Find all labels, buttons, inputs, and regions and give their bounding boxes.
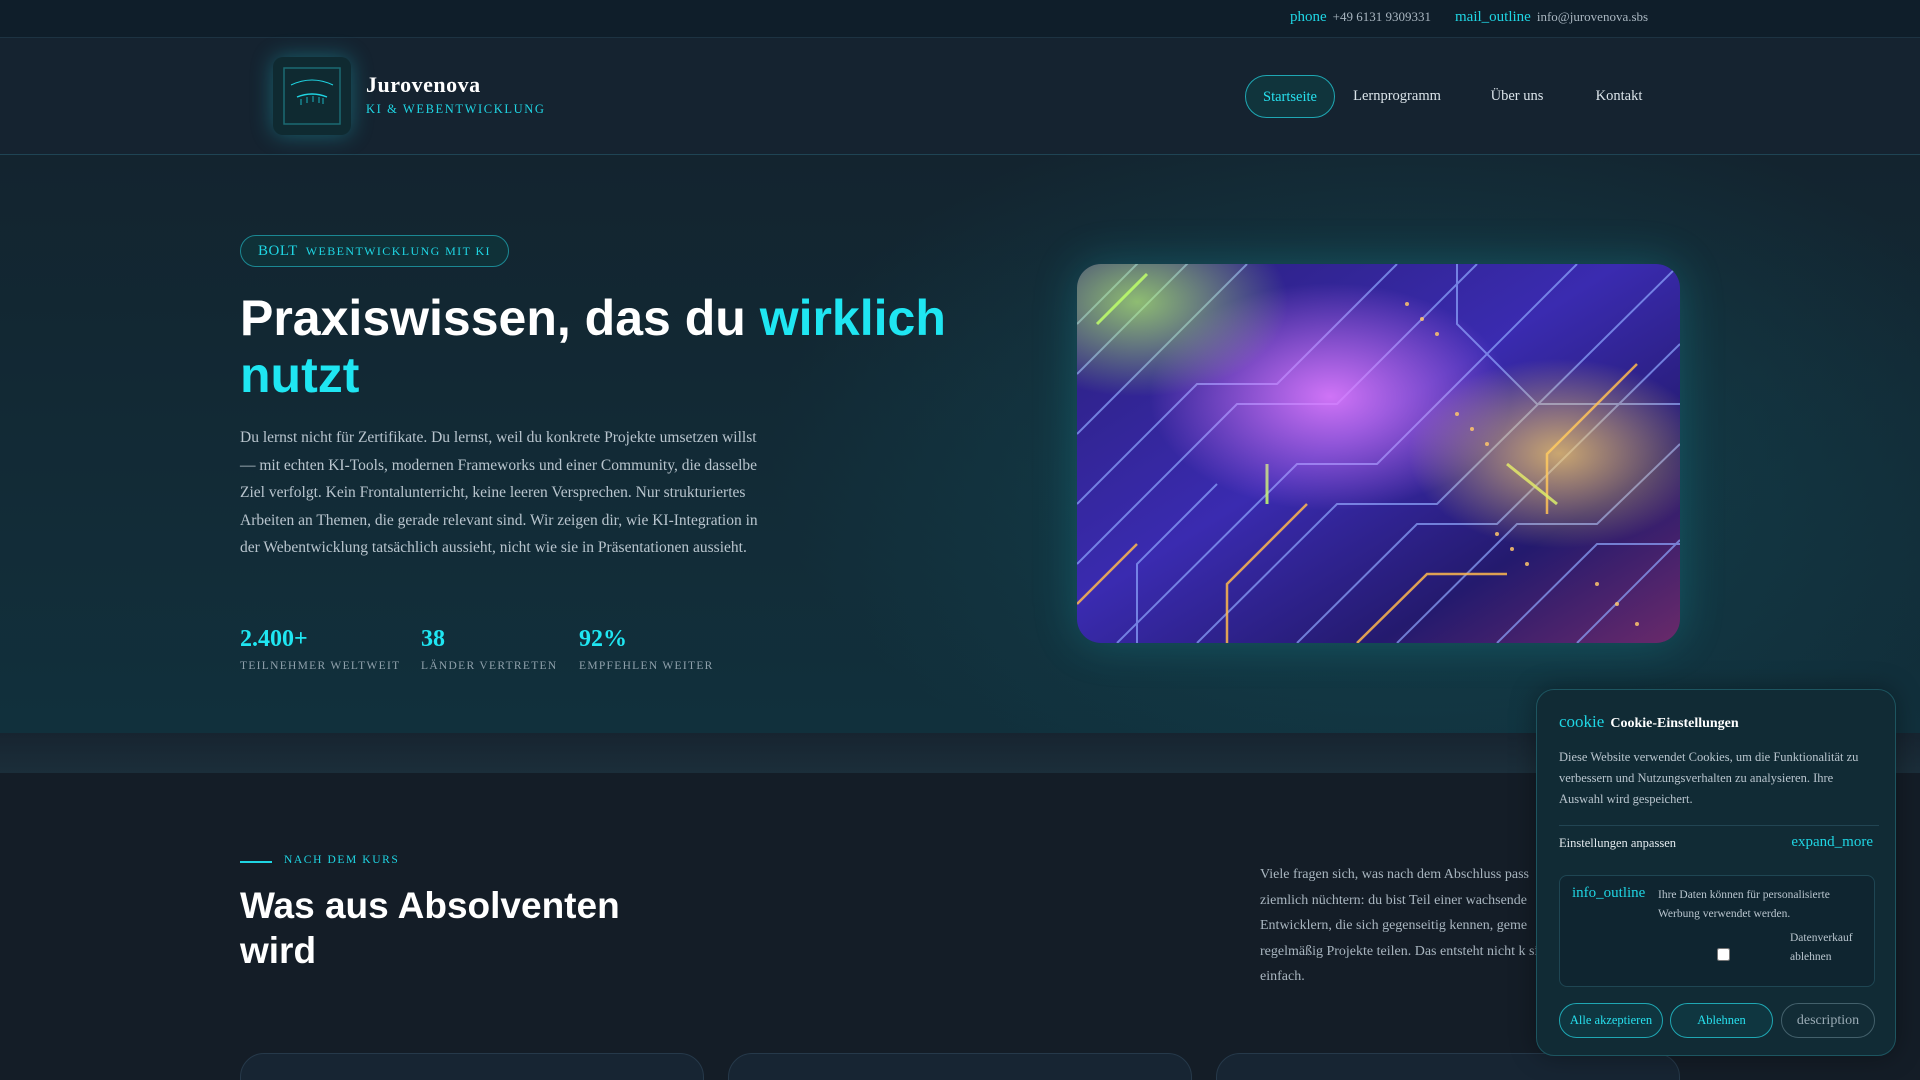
hero-description: Du lernst nicht für Zertifikate. Du lern… [240,429,758,556]
stat-countries: 38 LÄNDER VERTRETEN [421,625,558,672]
graduate-card[interactable] [728,1053,1192,1080]
reject-button[interactable]: Ablehnen [1670,1003,1773,1038]
nav-ueber-uns[interactable]: Über uns [1481,75,1553,118]
hero-title: Praxiswissen, das du wirklich nutzt [240,290,1000,404]
top-contact-bar: phone +49 6131 9309331 mail_outline info@j… [0,0,1920,38]
cookie-divider [1559,825,1879,826]
stat-value: 92% [579,626,627,652]
cookie-settings-label[interactable]: Einstellungen anpassen [1559,836,1676,851]
section-title: Was aus Absolventen wird [240,885,620,971]
email-contact[interactable]: mail_outline info@jurovenova.sbs [1455,9,1648,26]
data-sale-text: Ihre Daten können für personalisierte We… [1658,889,1830,920]
cookie-title: Cookie-Einstellungen [1610,716,1739,731]
nav-lernprogramm[interactable]: Lernprogramm [1345,75,1449,118]
eyebrow-line [240,861,272,863]
expand-more-icon[interactable]: expand_more [1791,834,1873,851]
info-icon: info_outline [1572,885,1646,901]
bolt-icon: BOLT [258,243,298,259]
cookie-header: cookie Cookie-Einstellungen [1559,712,1739,732]
hero-section: BOLT WEBENTWICKLUNG MIT KI Praxiswissen, … [0,155,1920,733]
hero-circuit-image [1077,264,1680,643]
cookie-consent-panel: cookie Cookie-Einstellungen Diese Website… [1536,689,1896,1056]
hero-title-plain: Praxiswissen, das du [240,290,760,346]
graduate-card[interactable] [240,1053,704,1080]
cookie-icon: cookie [1559,712,1605,731]
badge-text: WEBENTWICKLUNG MIT KI [305,244,491,258]
stat-recommend: 92% EMPFEHLEN WEITER [579,625,714,672]
stat-label: TEILNEHMER WELTWEIT [240,660,401,672]
phone-contact[interactable]: phone +49 6131 9309331 [1290,9,1431,26]
accept-all-button[interactable]: Alle akzeptieren [1559,1003,1663,1038]
details-button[interactable]: description [1781,1003,1875,1038]
email-address: info@jurovenova.sbs [1536,9,1649,24]
brand-name[interactable]: Jurovenova [366,72,481,98]
data-sale-notice: info_outline Ihre Daten können für perso… [1559,875,1875,987]
phone-icon: phone [1290,9,1327,25]
graduate-card[interactable] [1216,1053,1680,1080]
phone-number: +49 6131 9309331 [1332,9,1432,24]
logo-icon [283,67,341,125]
nav-kontakt[interactable]: Kontakt [1583,75,1655,118]
mail-icon: mail_outline [1455,9,1531,25]
nav-startseite[interactable]: Startseite [1245,75,1335,118]
cookie-description: Diese Website verwendet Cookies, um die … [1559,750,1859,806]
hero-badge: BOLT WEBENTWICKLUNG MIT KI [240,235,509,267]
stat-label: LÄNDER VERTRETEN [421,660,558,672]
stat-value: 38 [421,626,445,652]
brand-tagline: KI & WEBENTWICKLUNG [366,102,546,116]
section-description: Viele fragen sich, was nach dem Abschlus… [1260,867,1552,984]
stat-value: 2.400+ [240,626,308,652]
site-header: Jurovenova KI & WEBENTWICKLUNG Startseit… [0,38,1920,155]
logo[interactable] [273,57,351,135]
data-sale-checkbox-label[interactable]: Datenverkauf ablehnen [1790,929,1870,967]
section-eyebrow: NACH DEM KURS [284,854,400,866]
stat-label: EMPFEHLEN WEITER [579,660,714,672]
data-sale-checkbox[interactable] [1717,948,1730,961]
stat-participants: 2.400+ TEILNEHMER WELTWEIT [240,625,400,672]
